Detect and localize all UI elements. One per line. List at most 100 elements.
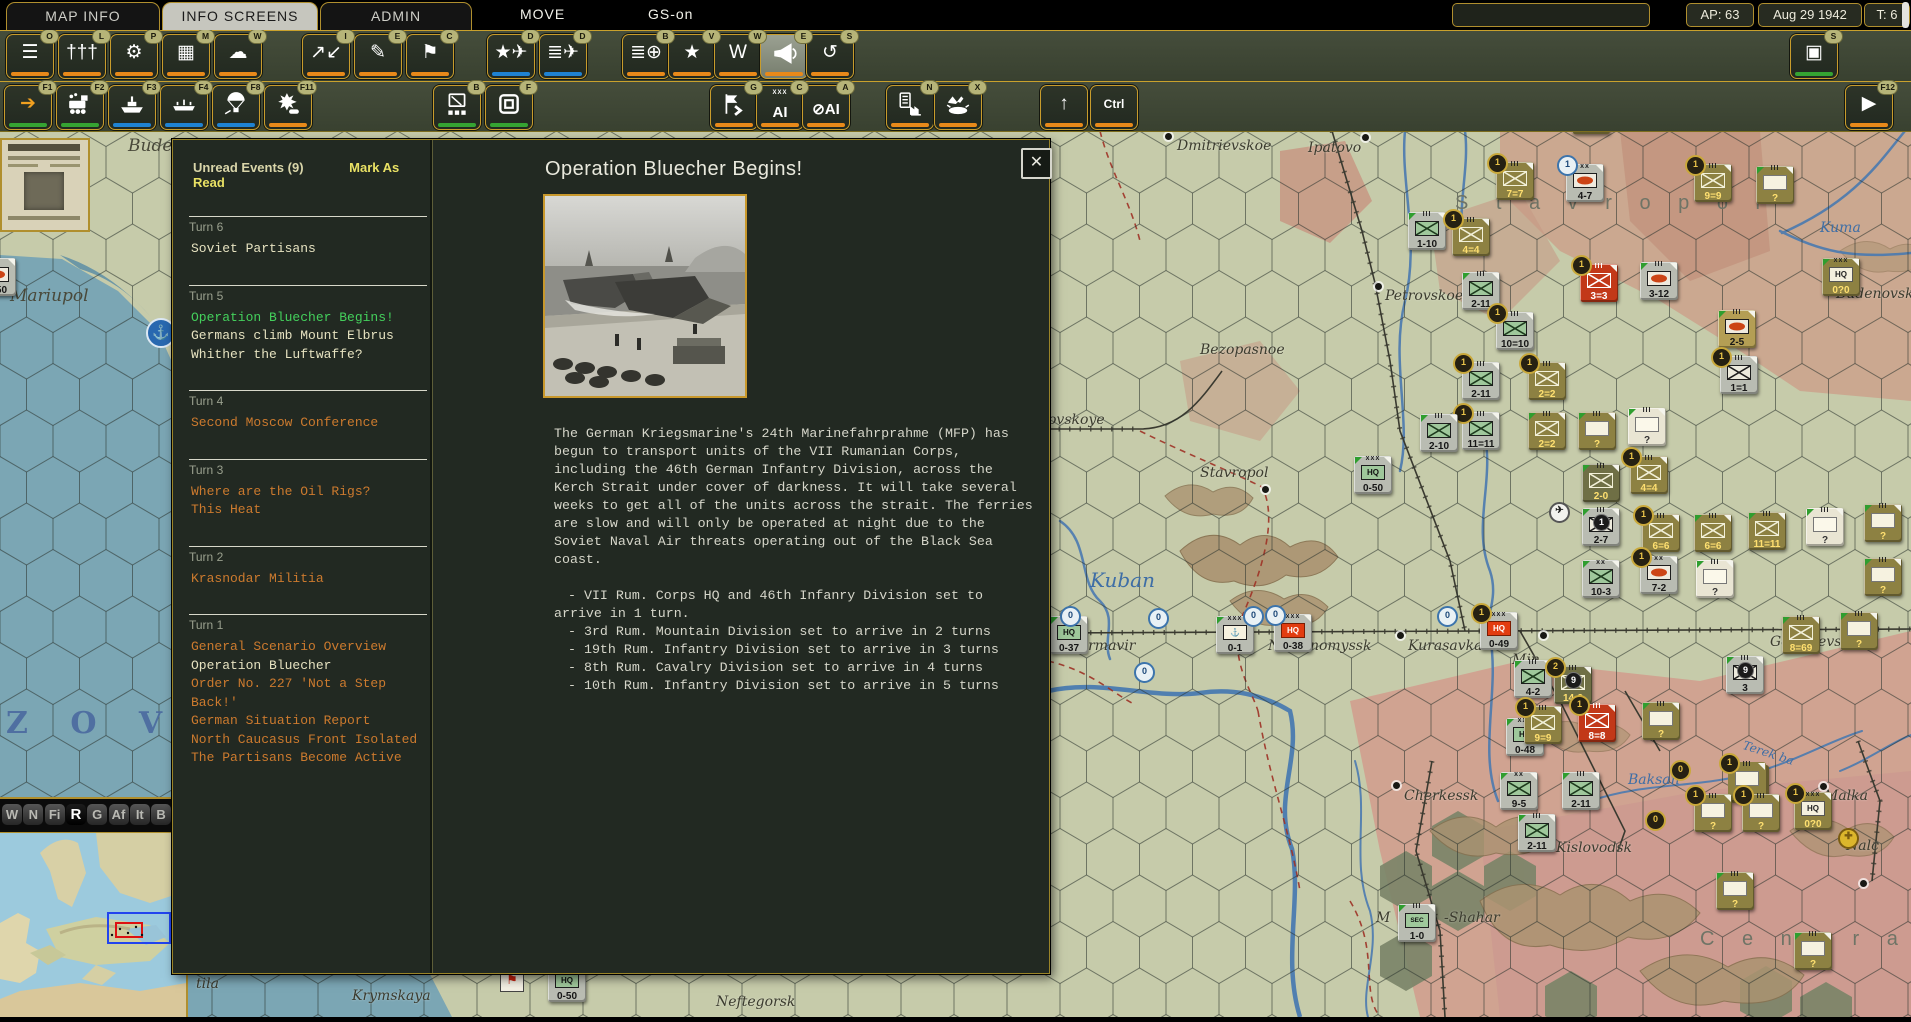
event-list-item[interactable]: Second Moscow Conference	[191, 414, 430, 433]
goto-flag-button[interactable]: G	[710, 85, 758, 130]
header-scrollbar[interactable]	[1902, 2, 1909, 28]
ai-off-button[interactable]: ⊘AIA	[802, 85, 850, 130]
ferry-barge-button[interactable]: F4	[160, 85, 208, 130]
unit-counter[interactable]: III?	[1696, 560, 1734, 598]
unit-counter[interactable]: III8=69	[1782, 616, 1820, 654]
unit-counter[interactable]: xxxHQ0-50	[1354, 456, 1392, 494]
unit-counter[interactable]: III?	[1864, 558, 1902, 596]
unit-counter[interactable]: xx4-71	[1566, 164, 1604, 202]
event-list-item[interactable]: The Partisans Become Active	[191, 749, 430, 768]
unit-counter[interactable]: III4=41	[1630, 456, 1668, 494]
event-list-item[interactable]: German Situation Report	[191, 712, 430, 731]
unit-counter[interactable]: III2-0	[1582, 464, 1620, 502]
unit-counter[interactable]: xxxHQ0-380	[1274, 614, 1312, 652]
event-list-item[interactable]: Operation Bluecher Begins!	[191, 309, 430, 328]
unit-counter[interactable]: III?	[1840, 612, 1878, 650]
tab-admin[interactable]: ADMIN	[320, 2, 472, 30]
gs-toggle-label[interactable]: GS-on	[648, 6, 693, 22]
event-list-item[interactable]: Operation Bluecher	[191, 657, 430, 676]
unit-counter[interactable]: III?	[1864, 504, 1902, 542]
unit-counter[interactable]: III3=31	[1580, 264, 1618, 302]
nation-filter-it[interactable]: It	[130, 804, 150, 825]
unit-counter[interactable]: III2-11	[1562, 772, 1600, 810]
unit-counter[interactable]: III12-7	[1582, 508, 1620, 546]
air-directives-button[interactable]: ≣✈D	[539, 34, 587, 79]
transfer-arrows-button[interactable]: ↗↙I	[302, 34, 350, 79]
unit-counter[interactable]: III?1	[1742, 794, 1780, 832]
objectives-flag-button[interactable]: ⚑C	[406, 34, 454, 79]
unit-counter[interactable]: III1=11	[1720, 356, 1758, 394]
ctrl-key-button[interactable]: Ctrl	[1090, 85, 1138, 130]
next-unit-arrow-button[interactable]: ➔F1	[4, 85, 52, 130]
tab-map-info[interactable]: MAP INFO	[6, 2, 160, 30]
map-modes-button[interactable]: ▦M	[162, 34, 210, 79]
losses-graves-button[interactable]: †††L	[58, 34, 106, 79]
unit-counter[interactable]: III0-50	[0, 258, 16, 296]
unit-counter[interactable]: III?1	[1694, 794, 1732, 832]
unit-counter[interactable]: III2-111	[1462, 362, 1500, 400]
event-list-item[interactable]: Where are the Oil Rigs?	[191, 483, 430, 502]
event-list-item[interactable]: This Heat	[191, 501, 430, 520]
screens-cycle-button[interactable]: ▣S	[1790, 34, 1838, 79]
header-text-input[interactable]	[1452, 3, 1650, 27]
production-factory-button[interactable]: N	[886, 85, 934, 130]
unit-counter[interactable]: III4=41	[1452, 218, 1490, 256]
replay-button[interactable]: ↺S	[806, 34, 854, 79]
unit-counter[interactable]: III?	[1806, 508, 1844, 546]
weather-button[interactable]: ☁W	[214, 34, 262, 79]
event-list-item[interactable]: General Scenario Overview	[191, 638, 430, 657]
nation-filter-r[interactable]: R	[66, 804, 86, 825]
unit-counter[interactable]: III11=11	[1748, 512, 1786, 550]
victory-star-button[interactable]: ★V	[668, 34, 716, 79]
unit-counter[interactable]: xxxHQ0?0	[1822, 258, 1860, 296]
briefing-projector-button[interactable]: B	[433, 85, 481, 130]
unit-counter[interactable]: III2=2	[1528, 412, 1566, 450]
airdrop-button[interactable]: F8	[212, 85, 260, 130]
ai-corps-button[interactable]: XXXAIC	[756, 85, 804, 130]
tab-info-screens[interactable]: INFO SCREENS	[162, 2, 318, 30]
unit-counter[interactable]: III9=91	[1524, 706, 1562, 744]
event-list-item[interactable]: Krasnodar Militia	[191, 570, 430, 589]
browser-globe-button[interactable]: ≣⊕B	[622, 34, 670, 79]
unit-counter[interactable]: III2=21	[1528, 362, 1566, 400]
unit-counter[interactable]: III?	[1642, 702, 1680, 740]
events-megaphone-button[interactable]: E	[760, 34, 808, 79]
europe-minimap[interactable]	[0, 833, 188, 1017]
unit-counter[interactable]: III11=111	[1462, 412, 1500, 450]
sea-transport-button[interactable]: F3	[108, 85, 156, 130]
unit-counter[interactable]: xx7-21	[1640, 556, 1678, 594]
newspaper-thumbnail[interactable]	[0, 138, 90, 232]
unit-counter[interactable]: III1-10	[1408, 212, 1446, 250]
nation-filter-af[interactable]: Af	[109, 804, 129, 825]
unit-counter[interactable]: III6=61	[1642, 514, 1680, 552]
rail-transport-button[interactable]: F2	[56, 85, 104, 130]
unit-counter[interactable]: III8=81	[1578, 704, 1616, 742]
nation-filter-b[interactable]: B	[151, 804, 171, 825]
nation-filter-w[interactable]: W	[2, 804, 22, 825]
wiki-button[interactable]: WW	[714, 34, 762, 79]
orders-list-button[interactable]: ☰O	[6, 34, 54, 79]
event-list-item[interactable]: Whither the Luftwaffe?	[191, 346, 430, 365]
event-list-item[interactable]: Soviet Partisans	[191, 240, 430, 259]
unit-counter[interactable]: IIISEC1-0	[1398, 904, 1436, 942]
unit-counter[interactable]: III?	[1578, 412, 1616, 450]
unit-counter[interactable]: III6=6	[1694, 514, 1732, 552]
unit-counter[interactable]: III3-12	[1640, 262, 1678, 300]
unit-counter[interactable]: xx10-3	[1582, 560, 1620, 598]
unit-counter[interactable]: III2-11	[1518, 814, 1556, 852]
report-note-button[interactable]: ✎E	[354, 34, 402, 79]
unit-counter[interactable]: III2-10	[1420, 414, 1458, 452]
unit-counter[interactable]: III7=71	[1496, 162, 1534, 200]
unit-counter[interactable]: xx9-5	[1500, 772, 1538, 810]
unit-counter[interactable]: III9=91	[1694, 164, 1732, 202]
air-doctrine-button[interactable]: ★✈D	[487, 34, 535, 79]
event-list-item[interactable]: Germans climb Mount Elbrus	[191, 327, 430, 346]
shift-key-button[interactable]: ↑	[1040, 85, 1088, 130]
combat-resolution-button[interactable]: F11	[264, 85, 312, 130]
nation-filter-g[interactable]: G	[87, 804, 107, 825]
close-icon[interactable]: ✕	[1021, 148, 1052, 179]
unit-counter[interactable]: xxxHQ0-491	[1480, 612, 1518, 650]
event-list-item[interactable]: North Caucasus Front Isolated	[191, 731, 430, 750]
unit-counter[interactable]: III?	[1628, 408, 1666, 446]
event-list-item[interactable]: Order No. 227 'Not a Step Back!'	[191, 675, 430, 712]
